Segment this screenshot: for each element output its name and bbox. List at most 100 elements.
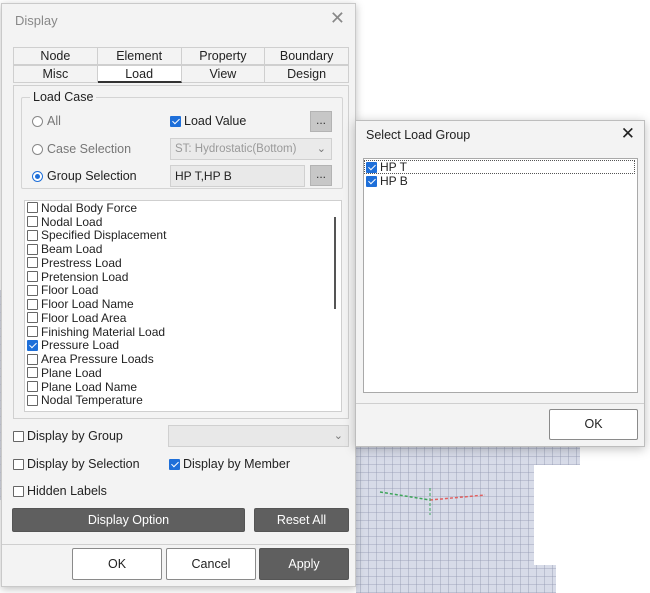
list-item-label: Nodal Body Force <box>41 200 138 215</box>
chevron-down-icon: ⌄ <box>333 430 343 442</box>
list-item-label: Pretension Load <box>41 269 129 284</box>
list-item-label: Nodal Temperature <box>41 393 143 408</box>
display-option-button[interactable]: Display Option <box>12 508 245 532</box>
list-item[interactable]: Nodal Temperature <box>25 393 341 408</box>
list-item-checkbox[interactable] <box>27 229 38 241</box>
list-item-checkbox[interactable] <box>27 202 38 214</box>
list-item-checkbox[interactable] <box>27 243 38 255</box>
list-item-label: Nodal Load <box>41 214 103 229</box>
list-item[interactable]: Floor Load <box>25 283 341 298</box>
group-selection-browse-button[interactable]: ... <box>310 165 332 186</box>
footer-divider <box>356 403 644 404</box>
radio-all[interactable]: All <box>32 114 61 128</box>
group-selection-value: HP T,HP B <box>175 169 232 183</box>
display-by-selection-check-indicator[interactable] <box>13 458 24 470</box>
list-item-checkbox[interactable] <box>27 284 38 296</box>
dialog-title-bar[interactable]: Display ✕ <box>2 4 355 36</box>
load-value-browse-button[interactable]: ... <box>310 111 332 132</box>
list-item-label: Floor Load <box>41 283 99 298</box>
list-item-checkbox[interactable] <box>366 161 377 173</box>
load-items-list[interactable]: Nodal Body Force Nodal Load Specified Disp… <box>24 200 342 412</box>
display-by-selection-checkbox[interactable]: Display by Selection <box>13 457 140 471</box>
reset-all-button[interactable]: Reset All <box>254 508 349 532</box>
list-item[interactable]: Prestress Load <box>25 256 341 270</box>
list-item-checkbox[interactable] <box>27 257 38 269</box>
scrollbar-thumb[interactable] <box>334 217 336 309</box>
radio-group-indicator[interactable] <box>32 170 43 182</box>
tab-node[interactable]: Node <box>13 47 98 65</box>
list-item-label: Plane Load Name <box>41 379 138 394</box>
load-tab-panel: Load Case All Load Value ... Case Select… <box>13 85 349 419</box>
list-item[interactable]: Plane Load Name <box>25 380 341 394</box>
list-item[interactable]: Nodal Load <box>25 215 341 229</box>
tab-view[interactable]: View <box>181 65 266 83</box>
close-icon[interactable]: ✕ <box>621 124 635 144</box>
radio-all-label: All <box>47 114 61 128</box>
display-by-group-checkbox[interactable]: Display by Group <box>13 429 123 443</box>
apply-button[interactable]: Apply <box>259 548 349 580</box>
load-value-check-indicator[interactable] <box>170 115 181 127</box>
ok-button[interactable]: OK <box>549 409 638 440</box>
list-item[interactable]: Beam Load <box>25 242 341 256</box>
list-item[interactable]: Plane Load <box>25 366 341 380</box>
display-dialog: Display ✕ Node Element Property Boundary… <box>1 3 356 587</box>
list-item-checkbox[interactable] <box>27 353 38 365</box>
list-item-checkbox[interactable] <box>27 367 38 379</box>
load-value-checkbox[interactable]: Load Value <box>170 114 246 128</box>
list-item-checkbox[interactable] <box>27 394 38 406</box>
list-item[interactable]: Floor Load Area <box>25 311 341 325</box>
list-item-checkbox[interactable] <box>366 175 377 187</box>
radio-case-selection[interactable]: Case Selection <box>32 142 131 156</box>
list-item-label: HP T <box>380 160 407 174</box>
radio-all-indicator[interactable] <box>32 115 43 127</box>
radio-group-label: Group Selection <box>47 169 137 183</box>
case-selection-dropdown[interactable]: ST: Hydrostatic(Bottom) ⌄ <box>170 138 332 160</box>
hidden-labels-checkbox[interactable]: Hidden Labels <box>13 484 107 498</box>
display-by-group-check-indicator[interactable] <box>13 430 24 442</box>
list-item-checkbox[interactable] <box>27 326 38 338</box>
list-item[interactable]: Area Pressure Loads <box>25 352 341 366</box>
display-by-member-checkbox[interactable]: Display by Member <box>169 457 290 471</box>
close-icon[interactable]: ✕ <box>330 8 345 29</box>
cancel-button[interactable]: Cancel <box>166 548 256 580</box>
tab-boundary[interactable]: Boundary <box>265 47 349 65</box>
hidden-labels-label: Hidden Labels <box>27 484 107 498</box>
group-selection-field[interactable]: HP T,HP B <box>170 165 305 187</box>
scrollbar[interactable] <box>329 201 341 411</box>
list-item-checkbox[interactable] <box>27 381 38 393</box>
list-item[interactable]: Pressure Load <box>25 338 341 352</box>
tab-load[interactable]: Load <box>97 65 182 83</box>
tab-design[interactable]: Design <box>265 65 349 83</box>
list-item[interactable]: HP T <box>364 160 635 174</box>
case-selection-value: ST: Hydrostatic(Bottom) <box>175 143 297 155</box>
list-item-checkbox[interactable] <box>27 271 38 283</box>
display-by-member-check-indicator[interactable] <box>169 458 180 470</box>
list-item-checkbox[interactable] <box>27 298 38 310</box>
list-item[interactable]: Nodal Body Force <box>25 201 341 215</box>
dialog-title: Display <box>15 13 58 28</box>
radio-group-selection[interactable]: Group Selection <box>32 169 137 183</box>
tab-element[interactable]: Element <box>97 47 182 65</box>
list-item-checkbox[interactable] <box>27 339 38 351</box>
list-item[interactable]: Floor Load Name <box>25 297 341 311</box>
tab-bar: Node Element Property Boundary Misc Load… <box>13 47 349 83</box>
list-item[interactable]: Pretension Load <box>25 270 341 284</box>
radio-case-indicator[interactable] <box>32 143 43 155</box>
list-item[interactable]: HP B <box>364 174 637 188</box>
list-item-checkbox[interactable] <box>27 312 38 324</box>
tab-misc[interactable]: Misc <box>13 65 98 83</box>
ok-button[interactable]: OK <box>72 548 162 580</box>
list-item-label: Area Pressure Loads <box>41 352 154 367</box>
load-group-list[interactable]: HP T HP B <box>363 158 638 393</box>
list-item-label: Floor Load Name <box>41 297 134 312</box>
load-case-legend: Load Case <box>30 90 97 104</box>
hidden-labels-check-indicator[interactable] <box>13 485 24 497</box>
list-item-checkbox[interactable] <box>27 216 38 228</box>
dialog-title-bar[interactable]: Select Load Group ✕ <box>356 121 644 148</box>
radio-case-label: Case Selection <box>47 142 132 156</box>
list-item-label: HP B <box>380 174 408 188</box>
display-by-group-dropdown[interactable]: ⌄ <box>168 425 349 447</box>
list-item[interactable]: Specified Displacement <box>25 228 341 242</box>
tab-property[interactable]: Property <box>181 47 266 65</box>
list-item[interactable]: Finishing Material Load <box>25 325 341 339</box>
